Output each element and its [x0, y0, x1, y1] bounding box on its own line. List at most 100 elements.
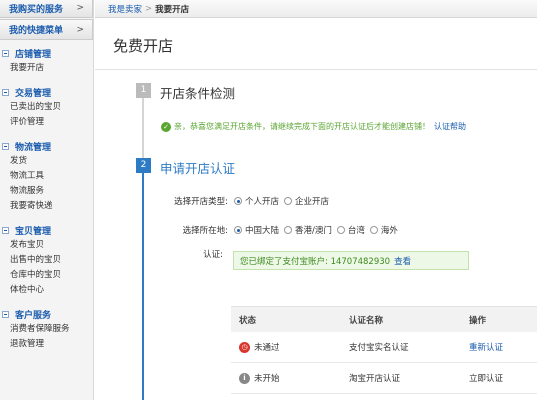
- group-label: 客户服务: [15, 310, 52, 321]
- alipay-bound-text: 您已绑定了支付宝账户: 14707482930: [240, 256, 391, 267]
- recertify-link[interactable]: 重新认证: [469, 341, 537, 353]
- shop-type-label: 选择开店类型:: [174, 197, 228, 207]
- chevron-right-icon: >: [76, 3, 84, 13]
- radio-unchecked-icon[interactable]: [369, 226, 378, 234]
- purchased-services-header[interactable]: 我购买的服务 >: [0, 0, 93, 18]
- sidebar-item-open-shop[interactable]: 我要开店: [0, 61, 93, 76]
- sidebar-item-logistics-service[interactable]: 物流服务: [0, 184, 93, 199]
- sidebar-item-guarantee[interactable]: 消费者保障服务: [0, 322, 93, 337]
- step-2-number: 2: [136, 158, 151, 173]
- collapse-icon[interactable]: [2, 226, 9, 234]
- cert-name-cell: 支付宝实名认证: [349, 343, 409, 353]
- certify-now-link[interactable]: 立即认证: [469, 372, 537, 384]
- breadcrumb: 我是卖家 > 我要开店: [95, 0, 537, 18]
- group-title-customer[interactable]: 客户服务: [0, 306, 93, 322]
- collapse-icon[interactable]: [2, 142, 9, 150]
- alipay-bound-notice: 您已绑定了支付宝账户: 14707482930 查看: [233, 251, 469, 270]
- sidebar-item-refund[interactable]: 退款管理: [0, 337, 93, 352]
- chevron-right-icon: >: [76, 24, 84, 35]
- breadcrumb-current: 我要开店: [155, 4, 190, 15]
- sidebar-item-warehouse[interactable]: 仓库中的宝贝: [0, 268, 93, 283]
- col-cert-name: 认证名称: [349, 315, 384, 326]
- group-label: 宝贝管理: [15, 226, 52, 237]
- group-label: 物流管理: [15, 142, 52, 153]
- sidebar-item-sold[interactable]: 已卖出的宝贝: [0, 100, 93, 115]
- group-label: 店铺管理: [15, 49, 52, 60]
- radio-mainland[interactable]: 中国大陆: [234, 224, 279, 236]
- collapse-icon[interactable]: [2, 310, 9, 318]
- cert-name-cell: 淘宝开店认证: [349, 374, 401, 384]
- radio-company-shop[interactable]: 企业开店: [284, 195, 329, 207]
- view-link[interactable]: 查看: [394, 255, 411, 267]
- breadcrumb-home[interactable]: 我是卖家: [108, 3, 142, 15]
- sidebar-item-reviews[interactable]: 评价管理: [0, 115, 93, 130]
- table-row: ◷ 未通过 支付宝实名认证 重新认证: [231, 332, 537, 363]
- cert-table: 状态 认证名称 操作 ◷ 未通过 支付宝实名认证 重新认证 i 未开始 淘宝开店认证…: [231, 306, 537, 394]
- step-2-title: 申请开店认证: [160, 161, 236, 176]
- sidebar-item-on-sale[interactable]: 出售中的宝贝: [0, 253, 93, 268]
- radio-unchecked-icon[interactable]: [284, 226, 293, 234]
- sidebar-menu: 店铺管理 我要开店 交易管理 已卖出的宝贝 评价管理 物流管理 发货 物流工具 …: [0, 41, 93, 352]
- status-cell: i 未开始: [231, 372, 349, 384]
- col-action: 操作: [469, 315, 487, 326]
- radio-checked-icon[interactable]: [234, 226, 242, 234]
- location-row: 选择所在地: 中国大陆 香港/澳门 台湾 海外: [95, 224, 403, 236]
- radio-unchecked-icon[interactable]: [284, 197, 293, 205]
- group-title-items[interactable]: 宝贝管理: [0, 222, 93, 238]
- menu-group-logistics: 物流管理 发货 物流工具 物流服务 我要寄快递: [0, 138, 93, 214]
- sidebar-item-logistics-tools[interactable]: 物流工具: [0, 169, 93, 184]
- radio-label: 香港/澳门: [295, 226, 332, 236]
- radio-personal-shop[interactable]: 个人开店: [234, 195, 279, 207]
- radio-label: 海外: [380, 226, 398, 236]
- radio-overseas[interactable]: 海外: [369, 224, 398, 236]
- step-1-number: 1: [136, 83, 151, 98]
- group-label: 交易管理: [15, 88, 52, 99]
- divider: [95, 69, 537, 70]
- menu-group-trade: 交易管理 已卖出的宝贝 评价管理: [0, 84, 93, 130]
- step-1-title: 开店条件检测: [160, 86, 236, 101]
- radio-taiwan[interactable]: 台湾: [336, 224, 365, 236]
- condition-check-message: ✓ 亲，恭喜您满足开店条件，请继续完成下面的开店认证后才能创建店铺！ 认证帮助: [161, 121, 466, 132]
- check-message-text: 亲，恭喜您满足开店条件，请继续完成下面的开店认证后才能创建店铺！: [174, 122, 430, 131]
- check-circle-icon: ✓: [161, 121, 171, 132]
- sidebar-item-check-center[interactable]: 体检中心: [0, 283, 93, 298]
- purchased-services-label: 我购买的服务: [9, 4, 64, 15]
- radio-label: 个人开店: [245, 197, 280, 207]
- status-text: 未通过: [254, 343, 280, 353]
- quick-menu-header[interactable]: 我的快捷菜单 >: [0, 19, 93, 40]
- collapse-icon[interactable]: [2, 49, 9, 57]
- clock-icon: ◷: [239, 341, 250, 353]
- menu-group-customer: 客户服务 消费者保障服务 退款管理: [0, 306, 93, 352]
- status-cell: ◷ 未通过: [231, 341, 349, 353]
- menu-group-items: 宝贝管理 发布宝贝 出售中的宝贝 仓库中的宝贝 体检中心: [0, 222, 93, 298]
- radio-hk-macau[interactable]: 香港/澳门: [284, 224, 332, 236]
- info-icon: i: [239, 372, 250, 384]
- status-text: 未开始: [254, 374, 280, 384]
- sidebar: 我购买的服务 > 我的快捷菜单 > 店铺管理 我要开店 交易管理 已卖出的宝贝 …: [0, 0, 94, 400]
- table-row: i 未开始 淘宝开店认证 立即认证: [231, 363, 537, 394]
- page-title: 免费开店: [113, 37, 174, 55]
- radio-checked-icon[interactable]: [234, 197, 242, 205]
- radio-label: 台湾: [347, 226, 365, 236]
- shop-type-row: 选择开店类型: 个人开店 企业开店: [95, 195, 334, 207]
- cert-label: 认证:: [203, 250, 223, 260]
- sidebar-item-express[interactable]: 我要寄快递: [0, 199, 93, 214]
- collapse-icon[interactable]: [2, 88, 9, 96]
- radio-label: 中国大陆: [245, 226, 280, 236]
- main-content: 免费开店 1 开店条件检测 ✓ 亲，恭喜您满足开店条件，请继续完成下面的开店认证…: [95, 19, 537, 400]
- quick-menu-label: 我的快捷菜单: [9, 26, 64, 36]
- group-title-trade[interactable]: 交易管理: [0, 84, 93, 100]
- location-label: 选择所在地:: [182, 226, 228, 236]
- breadcrumb-separator: >: [145, 3, 153, 14]
- cert-row: 认证: 您已绑定了支付宝账户: 14707482930 查看: [95, 249, 469, 270]
- menu-group-shop: 店铺管理 我要开店: [0, 45, 93, 76]
- group-title-shop[interactable]: 店铺管理: [0, 45, 93, 61]
- group-title-logistics[interactable]: 物流管理: [0, 138, 93, 154]
- col-status: 状态: [239, 315, 257, 326]
- table-header: 状态 认证名称 操作: [231, 307, 537, 332]
- radio-label: 企业开店: [295, 197, 330, 207]
- cert-help-link[interactable]: 认证帮助: [434, 121, 466, 132]
- sidebar-item-publish[interactable]: 发布宝贝: [0, 238, 93, 253]
- radio-unchecked-icon[interactable]: [336, 226, 345, 234]
- sidebar-item-ship[interactable]: 发货: [0, 154, 93, 169]
